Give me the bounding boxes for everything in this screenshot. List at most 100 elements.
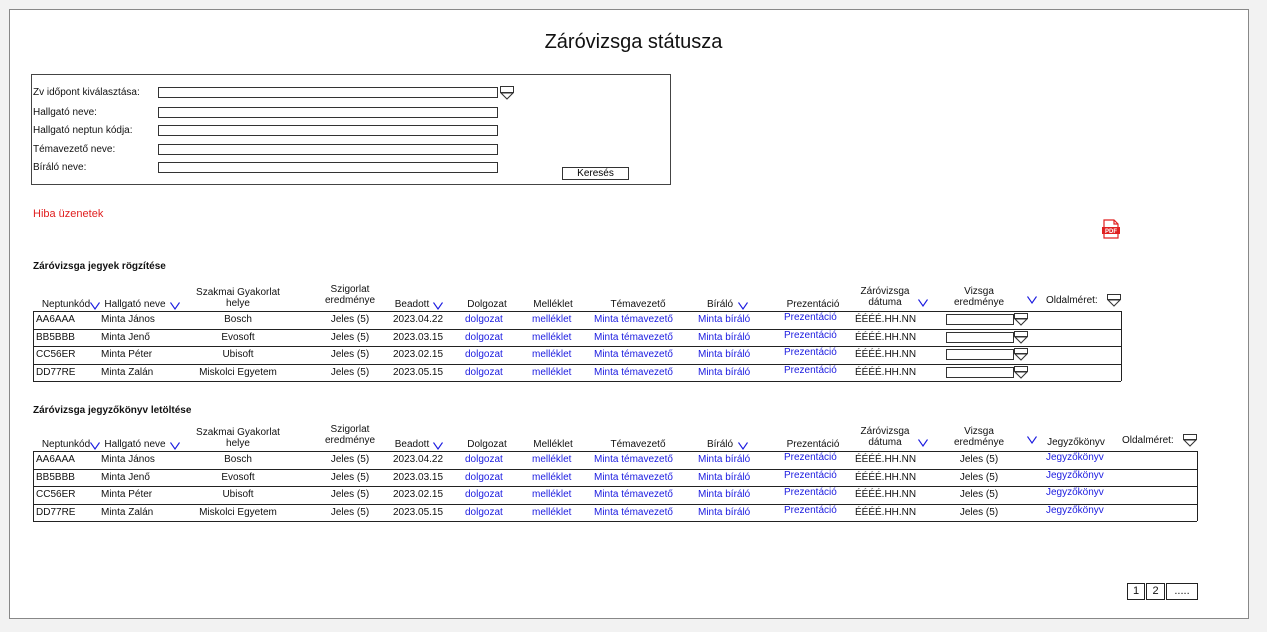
grade-dropdown-icon[interactable] <box>1014 313 1028 327</box>
sort-result-icon[interactable] <box>1027 436 1037 444</box>
cell-neptun: AA6AAA <box>36 314 75 325</box>
page-size-dropdown[interactable] <box>1183 434 1197 448</box>
supervisor-name-input[interactable] <box>158 144 498 155</box>
thesis-link[interactable]: dolgozat <box>465 314 503 325</box>
sort-date-icon[interactable] <box>918 439 928 447</box>
presentation-link[interactable]: Prezentáció <box>784 365 837 376</box>
reviewer-link[interactable]: Minta bíráló <box>698 314 750 325</box>
minutes-link[interactable]: Jegyzőkönyv <box>1046 452 1104 463</box>
supervisor-link[interactable]: Minta témavezető <box>594 349 673 360</box>
search-button[interactable]: Keresés <box>562 167 629 180</box>
grade-select[interactable] <box>946 367 1014 378</box>
cell-submitted: 2023.05.15 <box>393 507 444 518</box>
cell-name: Minta Zalán <box>101 507 154 518</box>
cell-neptun: DD77RE <box>36 367 76 378</box>
supervisor-link[interactable]: Minta témavezető <box>594 332 673 343</box>
sort-name-icon[interactable] <box>170 302 180 310</box>
student-name-input[interactable] <box>158 107 498 118</box>
reviewer-link[interactable]: Minta bíráló <box>698 489 750 500</box>
thesis-link[interactable]: dolgozat <box>465 507 503 518</box>
col-header-exam-1: Szigorlat <box>330 424 370 435</box>
sort-result-icon[interactable] <box>1027 296 1037 304</box>
thesis-link[interactable]: dolgozat <box>465 367 503 378</box>
presentation-link[interactable]: Prezentáció <box>784 312 837 323</box>
cell-submitted: 2023.03.15 <box>393 332 444 343</box>
minutes-link[interactable]: Jegyzőkönyv <box>1046 505 1104 516</box>
thesis-link[interactable]: dolgozat <box>465 332 503 343</box>
dropdown-triangle-icon[interactable] <box>500 86 514 100</box>
grade-select[interactable] <box>946 349 1014 360</box>
cell-submitted: 2023.02.15 <box>393 489 444 500</box>
reviewer-link[interactable]: Minta bíráló <box>698 507 750 518</box>
col-header-internship-1: Szakmai Gyakorlat <box>196 427 280 438</box>
minutes-link[interactable]: Jegyzőkönyv <box>1046 470 1104 481</box>
col-header-reviewer: Bíráló <box>706 299 734 310</box>
supervisor-link[interactable]: Minta témavezető <box>594 507 673 518</box>
grade-select[interactable] <box>946 332 1014 343</box>
grade-dropdown-icon[interactable] <box>1014 348 1028 362</box>
minutes-link[interactable]: Jegyzőkönyv <box>1046 487 1104 498</box>
page-size-dropdown[interactable] <box>1107 294 1121 308</box>
page-1-button[interactable]: 1 <box>1127 583 1145 600</box>
attachment-link[interactable]: melléklet <box>532 454 571 465</box>
sort-submitted-icon[interactable] <box>433 442 443 450</box>
presentation-link[interactable]: Prezentáció <box>784 452 837 463</box>
exam-date-select[interactable] <box>158 87 498 98</box>
reviewer-link[interactable]: Minta bíráló <box>698 332 750 343</box>
exam-date-label: Zv időpont kiválasztása: <box>33 87 140 98</box>
thesis-link[interactable]: dolgozat <box>465 349 503 360</box>
sort-submitted-icon[interactable] <box>433 302 443 310</box>
row-divider <box>33 381 1121 382</box>
supervisor-link[interactable]: Minta témavezető <box>594 472 673 483</box>
reviewer-link[interactable]: Minta bíráló <box>698 472 750 483</box>
attachment-link[interactable]: melléklet <box>532 332 571 343</box>
attachment-link[interactable]: melléklet <box>532 367 571 378</box>
col-header-attachment: Melléklet <box>533 299 573 310</box>
attachment-link[interactable]: melléklet <box>532 349 571 360</box>
cell-exam: Jeles (5) <box>330 314 370 325</box>
page-2-button[interactable]: 2 <box>1146 583 1165 600</box>
grade-dropdown-icon[interactable] <box>1014 366 1028 380</box>
reviewer-link[interactable]: Minta bíráló <box>698 454 750 465</box>
reviewer-name-input[interactable] <box>158 162 498 173</box>
presentation-link[interactable]: Prezentáció <box>784 347 837 358</box>
cell-name: Minta Péter <box>101 489 153 500</box>
page-size-label: Oldalméret: <box>1046 295 1098 306</box>
attachment-link[interactable]: melléklet <box>532 507 571 518</box>
row-divider <box>33 364 1121 365</box>
sort-reviewer-icon[interactable] <box>738 302 748 310</box>
col-header-internship-1: Szakmai Gyakorlat <box>196 287 280 298</box>
thesis-link[interactable]: dolgozat <box>465 472 503 483</box>
supervisor-link[interactable]: Minta témavezető <box>594 314 673 325</box>
sort-date-icon[interactable] <box>918 299 928 307</box>
neptun-code-input[interactable] <box>158 125 498 136</box>
supervisor-link[interactable]: Minta témavezető <box>594 367 673 378</box>
cell-exam-date: ÉÉÉÉ.HH.NN <box>855 349 917 360</box>
reviewer-link[interactable]: Minta bíráló <box>698 349 750 360</box>
presentation-link[interactable]: Prezentáció <box>784 470 837 481</box>
thesis-link[interactable]: dolgozat <box>465 454 503 465</box>
cell-exam-date: ÉÉÉÉ.HH.NN <box>855 367 917 378</box>
col-header-date-2: dátuma <box>868 297 902 308</box>
presentation-link[interactable]: Prezentáció <box>784 487 837 498</box>
supervisor-link[interactable]: Minta témavezető <box>594 454 673 465</box>
presentation-link[interactable]: Prezentáció <box>784 505 837 516</box>
attachment-link[interactable]: melléklet <box>532 314 571 325</box>
sort-reviewer-icon[interactable] <box>738 442 748 450</box>
pdf-icon[interactable]: PDF <box>1102 219 1120 239</box>
supervisor-link[interactable]: Minta témavezető <box>594 489 673 500</box>
thesis-link[interactable]: dolgozat <box>465 489 503 500</box>
grade-select[interactable] <box>946 314 1014 325</box>
more-pages-button[interactable]: ..... <box>1166 583 1198 600</box>
attachment-link[interactable]: melléklet <box>532 489 571 500</box>
cell-exam: Jeles (5) <box>330 332 370 343</box>
cell-exam-date: ÉÉÉÉ.HH.NN <box>855 507 917 518</box>
col-header-exam-2: eredménye <box>324 295 376 306</box>
sort-name-icon[interactable] <box>170 442 180 450</box>
grade-dropdown-icon[interactable] <box>1014 331 1028 345</box>
presentation-link[interactable]: Prezentáció <box>784 330 837 341</box>
reviewer-link[interactable]: Minta bíráló <box>698 367 750 378</box>
row-divider <box>33 329 1121 330</box>
attachment-link[interactable]: melléklet <box>532 472 571 483</box>
grades-section-title: Záróvizsga jegyek rögzítése <box>33 261 166 272</box>
